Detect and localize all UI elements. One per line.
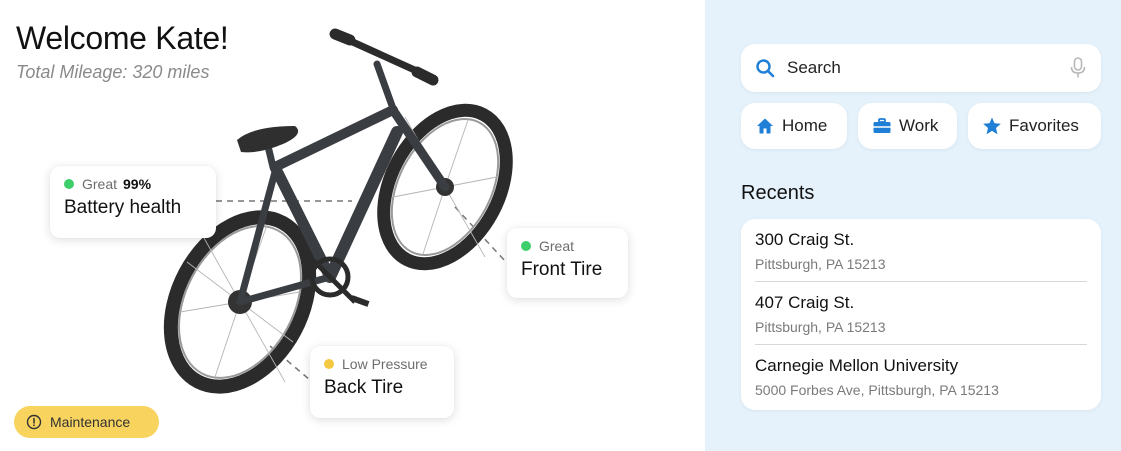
battery-percent: 99% — [123, 176, 152, 192]
star-icon — [983, 117, 1001, 135]
home-button[interactable]: Home — [741, 103, 847, 149]
home-label: Home — [782, 116, 828, 135]
favorites-button[interactable]: Favorites — [968, 103, 1101, 149]
battery-label: Battery health — [64, 197, 182, 218]
back-tire-card[interactable]: Low Pressure Back Tire — [310, 346, 454, 418]
home-icon — [757, 118, 773, 134]
recent-item[interactable]: 407 Craig St. Pittsburgh, PA 15213 — [755, 282, 1087, 345]
alert-circle-icon — [26, 414, 42, 430]
recents-list: 300 Craig St. Pittsburgh, PA 15213 407 C… — [741, 219, 1101, 410]
search-input[interactable]: Search — [787, 58, 1069, 78]
search-icon — [756, 59, 775, 78]
back-tire-label: Back Tire — [324, 377, 404, 398]
work-button[interactable]: Work — [858, 103, 957, 149]
battery-health-card[interactable]: Great 99% Battery health — [50, 166, 216, 238]
recent-item-name: 407 Craig St. — [755, 293, 855, 312]
front-tire-label: Front Tire — [521, 259, 603, 280]
favorites-label: Favorites — [1009, 116, 1079, 135]
search-bar[interactable]: Search — [741, 44, 1101, 92]
work-label: Work — [899, 116, 939, 135]
recents-heading: Recents — [741, 182, 815, 204]
recent-item[interactable]: 300 Craig St. Pittsburgh, PA 15213 — [755, 219, 1087, 282]
briefcase-icon — [873, 118, 891, 133]
recent-item-address: Pittsburgh, PA 15213 — [755, 319, 886, 335]
battery-status: Great — [82, 176, 118, 192]
recent-item[interactable]: Carnegie Mellon University 5000 Forbes A… — [755, 345, 1087, 408]
status-dot-good — [64, 179, 74, 189]
front-tire-card[interactable]: Great Front Tire — [507, 228, 628, 298]
front-tire-status: Great — [539, 238, 575, 254]
back-tire-status: Low Pressure — [342, 356, 428, 372]
maintenance-button[interactable]: Maintenance — [14, 406, 159, 438]
bike-status-panel: Welcome Kate! Total Mileage: 320 miles G… — [0, 0, 705, 451]
recent-item-name: Carnegie Mellon University — [755, 356, 959, 375]
microphone-icon[interactable] — [1069, 57, 1087, 79]
maintenance-label: Maintenance — [50, 414, 131, 430]
recent-item-name: 300 Craig St. — [755, 230, 855, 249]
status-dot-warning — [324, 359, 334, 369]
navigation-panel: Search Home Work Favorites Recents 300 C… — [705, 0, 1121, 451]
status-dot-good — [521, 241, 531, 251]
recent-item-address: 5000 Forbes Ave, Pittsburgh, PA 15213 — [755, 382, 999, 398]
recent-item-address: Pittsburgh, PA 15213 — [755, 256, 886, 272]
